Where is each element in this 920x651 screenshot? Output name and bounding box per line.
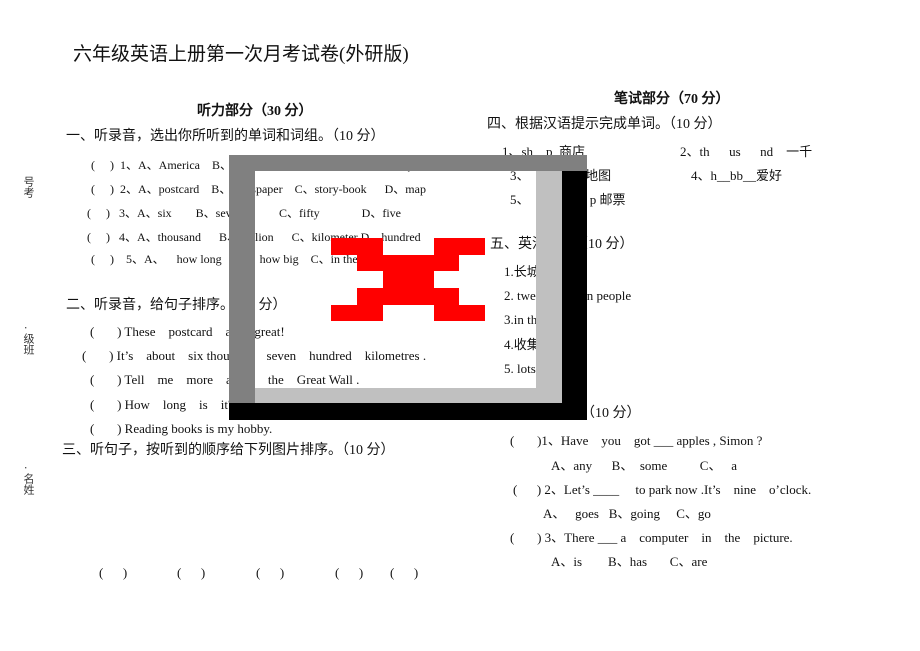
part2-item: ( ) Reading books is my hobby.	[90, 421, 273, 436]
part3-blank: ( )	[335, 565, 364, 580]
side-label-class: . 级班	[22, 326, 35, 355]
part2-item: ( ) Tell me more about the Great Wall .	[90, 372, 360, 387]
overlay-frame-inner-right	[536, 171, 562, 403]
part3-blank: ( )	[390, 565, 419, 580]
part5-item: 1.长城	[504, 264, 540, 279]
side-label-name: . 名姓	[22, 466, 35, 495]
overlay-frame-bottom	[229, 403, 587, 420]
overlay-frame-right	[562, 171, 587, 420]
part6-question: ( )1、Have you got ___ apples , Simon ?	[510, 433, 763, 448]
part6-question: ( ) 2、Let’s ____ to park now .It’s nine …	[513, 482, 812, 497]
part3-title: 三、听句子，按听到的顺序给下列图片排序。（10 分）	[62, 443, 395, 458]
part6-options: A、 goes B、going C、go	[543, 506, 711, 521]
side-label-exam-number: 号考	[22, 176, 35, 198]
part4-item: 2、th us nd 一千	[680, 144, 813, 159]
overlay-frame-inner-bottom	[255, 388, 536, 403]
listening-heading: 听力部分（30 分）	[197, 104, 313, 119]
part4-item: 4、h__bb__爱好	[691, 168, 783, 183]
part3-blank: ( )	[256, 565, 285, 580]
part1-item: ( ) 2、A、postcard B、newspaper C、story-boo…	[91, 182, 426, 196]
part6-question: ( ) 3、There ___ a computer in the pictur…	[510, 530, 793, 545]
overlay-frame-top	[229, 155, 587, 171]
overlay-frame-left	[229, 171, 255, 403]
part6-options: A、is B、has C、are	[551, 554, 708, 569]
part6-options: A、any B、 some C、 a	[551, 458, 737, 473]
part2-item: ( ) These postcard are great!	[90, 324, 285, 339]
writing-heading: 笔试部分（70 分）	[614, 92, 730, 107]
part3-blank: ( )	[177, 565, 206, 580]
part2-item: ( ) How long is it?	[90, 397, 234, 412]
part1-title: 一、听录音，选出你所听到的单词和词组。（10 分）	[66, 129, 385, 144]
exam-title: 六年级英语上册第一次月考试卷(外研版)	[73, 44, 409, 65]
part3-blank: ( )	[99, 565, 128, 580]
part4-title: 四、根据汉语提示完成单词。（10 分）	[487, 117, 722, 132]
